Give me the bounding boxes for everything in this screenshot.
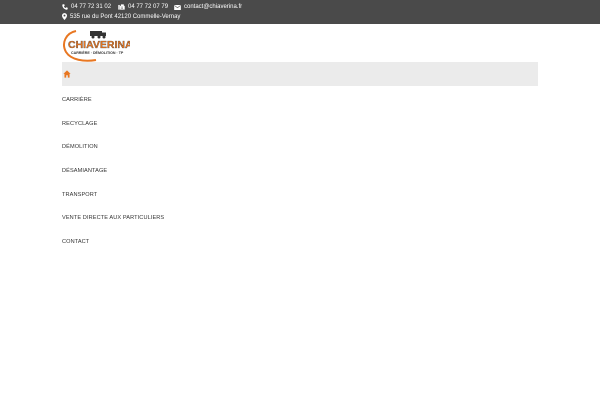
main-menu: CARRIÈRE RECYCLAGE DÉMOLITION DÉSAMIANTA… [62,88,362,254]
menu-item-vente-directe[interactable]: VENTE DIRECTE AUX PARTICULIERS [62,206,362,230]
email-link[interactable]: contact@chiaverina.fr [174,4,242,10]
phone-1[interactable]: 04 77 72 31 02 [62,4,111,10]
email-text: contact@chiaverina.fr [184,4,243,10]
address-text: 535 rue du Pont 42120 Commelle-Vernay [70,13,181,20]
site-logo[interactable]: CHIAVERINA CARRIÈRE · DÉMOLITION · TP [62,27,130,63]
svg-text:CHIAVERINA: CHIAVERINA [68,39,130,51]
menu-item-carriere[interactable]: CARRIÈRE [62,88,362,112]
map-marker-icon [62,13,67,20]
phone-1-text: 04 77 72 31 02 [71,4,112,10]
menu-item-demolition[interactable]: DÉMOLITION [62,135,362,159]
fax-icon [118,4,125,10]
phone-2[interactable]: 04 77 72 07 79 [118,4,168,10]
home-icon[interactable] [63,70,71,78]
menu-item-recyclage[interactable]: RECYCLAGE [62,112,362,136]
menu-item-transport[interactable]: TRANSPORT [62,183,362,207]
nav-bar [62,62,538,86]
svg-text:CARRIÈRE · DÉMOLITION · TP: CARRIÈRE · DÉMOLITION · TP [71,50,124,55]
menu-item-contact[interactable]: CONTACT [62,230,362,254]
phone-2-text: 04 77 72 07 79 [128,4,169,10]
address: 535 rue du Pont 42120 Commelle-Vernay [62,13,180,20]
phone-icon [62,4,68,10]
top-bar: 04 77 72 31 02 04 77 72 07 79 contact@ch… [0,0,600,24]
envelope-icon [174,4,181,10]
menu-item-desamiantage[interactable]: DÉSAMIANTAGE [62,159,362,183]
